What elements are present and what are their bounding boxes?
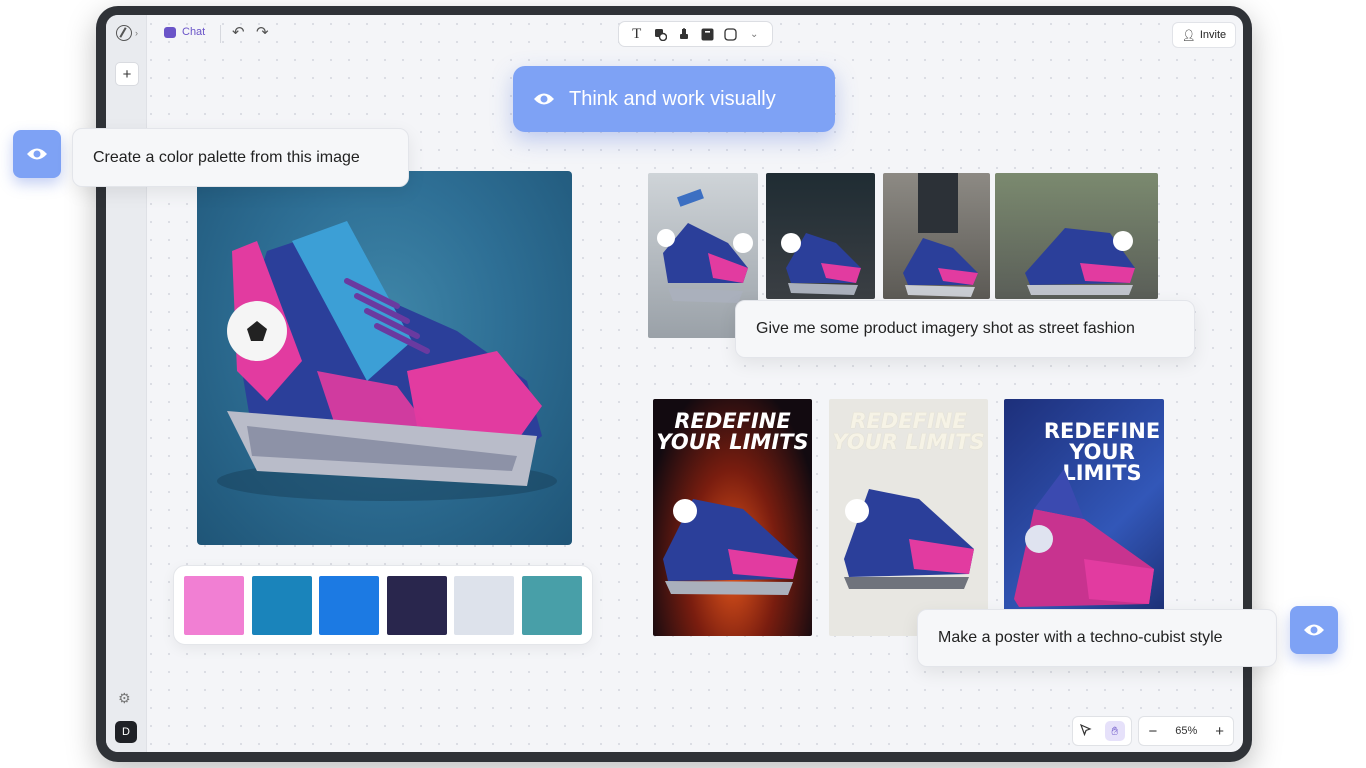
eye-icon [534, 93, 554, 105]
left-sidebar [106, 15, 147, 752]
pin-tool-icon[interactable] [676, 26, 692, 42]
headline-banner: Think and work visually [513, 66, 835, 132]
poster-3[interactable]: REDEFINE YOUR LIMITS [1004, 399, 1164, 636]
product-image-4[interactable] [995, 173, 1158, 299]
shape-tool-icon[interactable] [652, 26, 668, 42]
select-pointer-icon[interactable] [1079, 723, 1092, 739]
zoom-group: − 65% + [1138, 716, 1234, 746]
zoom-out-button[interactable]: − [1148, 723, 1157, 740]
eye-icon [1304, 624, 1324, 636]
frame-tool-icon[interactable] [723, 26, 739, 42]
add-button[interactable]: + [115, 62, 139, 86]
swatch-6[interactable] [521, 575, 582, 635]
chevron-right-icon[interactable]: › [135, 28, 138, 38]
cursor-mode-group: ✋︎ [1072, 716, 1133, 746]
creation-toolbox: T ⌄ [618, 21, 773, 47]
prompt-text-street: Give me some product imagery shot as str… [756, 320, 1135, 337]
redo-icon[interactable]: ↷ [256, 23, 269, 41]
product-image-2[interactable] [766, 173, 875, 299]
avatar[interactable]: D [115, 721, 137, 743]
zoom-in-button[interactable]: + [1215, 723, 1224, 740]
text-tool-icon[interactable]: T [629, 26, 645, 42]
add-user-icon: 👤︎ [1181, 29, 1196, 42]
poster-1[interactable]: REDEFINE YOUR LIMITS [653, 399, 812, 636]
prompt-text-palette: Create a color palette from this image [93, 148, 360, 166]
prompt-bubble-poster[interactable]: Make a poster with a techno-cubist style [917, 609, 1277, 667]
top-toolbar: › Chat ↶ ↷ T ⌄ 👤︎ Invite [106, 15, 1243, 51]
sticky-tool-icon[interactable] [699, 26, 715, 42]
invite-label: Invite [1199, 29, 1227, 41]
invite-button[interactable]: 👤︎ Invite [1172, 22, 1236, 48]
prompt-text-poster: Make a poster with a techno-cubist style [938, 629, 1223, 646]
swatch-5[interactable] [454, 575, 515, 635]
zoom-controls: ✋︎ − 65% + [1072, 716, 1234, 746]
swatch-1[interactable] [184, 575, 244, 635]
chat-label: Chat [182, 26, 206, 38]
zoom-level[interactable]: 65% [1175, 725, 1197, 737]
main-sneaker-image[interactable] [197, 171, 572, 545]
chat-icon [164, 26, 176, 38]
ai-eye-button-palette[interactable] [13, 130, 61, 178]
hand-tool-icon[interactable]: ✋︎ [1104, 721, 1125, 741]
color-palette [173, 565, 593, 645]
product-image-3[interactable] [883, 173, 990, 299]
toolbar-divider [220, 25, 221, 43]
chat-button[interactable]: Chat [164, 26, 205, 38]
headline-text: Think and work visually [569, 87, 776, 110]
swatch-4[interactable] [386, 575, 447, 635]
more-tools-icon[interactable]: ⌄ [746, 26, 762, 42]
undo-icon[interactable]: ↶ [232, 23, 245, 41]
prompt-bubble-street[interactable]: Give me some product imagery shot as str… [735, 300, 1195, 358]
swatch-3[interactable] [319, 575, 380, 635]
settings-icon[interactable]: ⚙ [118, 690, 131, 707]
prompt-bubble-palette[interactable]: Create a color palette from this image [72, 128, 409, 187]
swatch-2[interactable] [251, 575, 312, 635]
sneaker-illustration [217, 221, 557, 501]
poster-2[interactable]: REDEFINE YOUR LIMITS [829, 399, 988, 636]
app-logo-icon[interactable] [116, 25, 132, 41]
eye-icon [27, 148, 47, 160]
ai-eye-button-poster[interactable] [1290, 606, 1338, 654]
